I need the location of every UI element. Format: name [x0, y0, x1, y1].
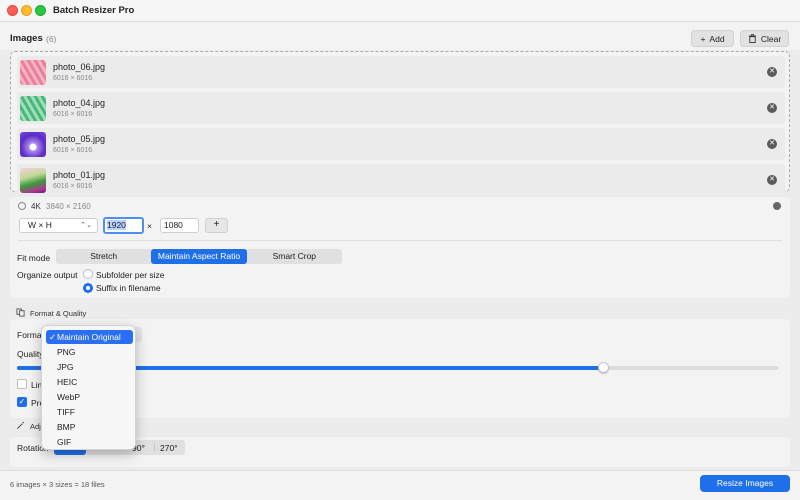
format-quality-header: Format & Quality	[30, 309, 87, 318]
preset-circle-icon	[18, 202, 26, 210]
checkmark-icon: ✓	[18, 397, 26, 406]
file-thumbnail	[20, 132, 46, 157]
format-quality-icon	[16, 308, 25, 317]
plus-icon: +	[700, 33, 706, 44]
size-mode-value: W × H	[28, 220, 52, 230]
times-sign: ×	[147, 221, 152, 231]
clear-button-label: Clear	[760, 33, 782, 44]
add-button[interactable]: + Add	[691, 30, 734, 47]
trash-icon	[748, 34, 756, 43]
remove-file-icon[interactable]: ✕	[767, 67, 777, 77]
file-name: photo_04.jpg	[53, 98, 106, 108]
title-bar: Batch Resizer Pro	[0, 0, 800, 22]
preserve-checkbox[interactable]: ✓	[17, 397, 27, 407]
format-label: Forma	[17, 330, 42, 340]
format-option-webp[interactable]: WebP	[46, 390, 133, 404]
file-dimensions: 6016 × 6016	[53, 147, 93, 154]
zoom-window-button[interactable]	[35, 5, 46, 16]
file-dimensions: 6016 × 6016	[53, 75, 93, 82]
remove-file-icon[interactable]: ✕	[767, 175, 777, 185]
format-option-bmp[interactable]: BMP	[46, 420, 133, 434]
remove-file-icon[interactable]: ✕	[767, 103, 777, 113]
format-option-tiff[interactable]: TIFF	[46, 405, 133, 419]
format-option-png[interactable]: PNG	[46, 345, 133, 359]
app-title: Batch Resizer Pro	[53, 5, 135, 16]
radio-suffix[interactable]	[83, 283, 93, 293]
width-value: 1920	[107, 220, 126, 230]
output-summary: 6 images × 3 sizes = 18 files	[10, 480, 105, 489]
images-count: (6)	[46, 34, 57, 44]
file-row[interactable]: photo_06.jpg 6016 × 6016 ✕	[17, 56, 785, 88]
fit-mode-smart-crop[interactable]: Smart Crop	[247, 249, 342, 264]
remove-file-icon[interactable]: ✕	[767, 139, 777, 149]
file-dimensions: 6016 × 6016	[53, 183, 93, 190]
width-input[interactable]: 1920	[103, 217, 144, 234]
file-name: photo_01.jpg	[53, 170, 106, 180]
rotation-option-270[interactable]: 270°	[160, 443, 178, 453]
size-mode-select[interactable]: W × H ⌃⌄	[19, 218, 98, 233]
radio-suffix-label[interactable]: Suffix in filename	[96, 283, 161, 293]
fit-mode-label: Fit mode	[17, 253, 51, 263]
organize-output-label: Organize output	[17, 270, 78, 280]
checkmark-icon: ✓	[49, 332, 57, 342]
file-row[interactable]: photo_01.jpg 6016 × 6016 ✕	[17, 164, 785, 196]
divider	[18, 240, 782, 241]
format-option-label: Maintain Original	[57, 332, 121, 342]
size-settings-panel: 4K 3840 × 2160 W × H ⌃⌄ 1920 × 1080 + Fi…	[10, 197, 790, 298]
file-row[interactable]: photo_04.jpg 6016 × 6016 ✕	[17, 92, 785, 124]
clear-button[interactable]: Clear	[740, 30, 789, 47]
preset-dimensions: 3840 × 2160	[46, 202, 91, 211]
file-row[interactable]: photo_05.jpg 6016 × 6016 ✕	[17, 128, 785, 160]
images-header: Images (6) + Add Clear	[0, 22, 800, 50]
close-window-button[interactable]	[7, 5, 18, 16]
format-option-jpg[interactable]: JPG	[46, 360, 133, 374]
remove-preset-icon[interactable]	[773, 202, 781, 210]
images-label: Images	[10, 33, 43, 44]
quality-slider-thumb[interactable]	[598, 362, 609, 373]
divider	[154, 443, 155, 452]
format-option-maintain-original[interactable]: ✓ Maintain Original	[46, 330, 133, 344]
quality-label: Quality	[17, 349, 44, 359]
file-name: photo_06.jpg	[53, 62, 106, 72]
fit-mode-segmented-control: Stretch Maintain Aspect Ratio Smart Crop	[56, 249, 342, 264]
height-input[interactable]: 1080	[160, 218, 199, 233]
fit-mode-stretch[interactable]: Stretch	[56, 249, 151, 264]
chevron-updown-icon: ⌃⌄	[80, 222, 92, 229]
file-thumbnail	[20, 168, 46, 193]
format-option-heic[interactable]: HEIC	[46, 375, 133, 389]
fit-mode-maintain-aspect[interactable]: Maintain Aspect Ratio	[151, 249, 247, 264]
footer-bar: 6 images × 3 sizes = 18 files Resize Ima…	[0, 470, 800, 500]
minimize-window-button[interactable]	[21, 5, 32, 16]
file-thumbnail	[20, 96, 46, 121]
height-value: 1080	[164, 220, 183, 230]
add-size-button[interactable]: +	[205, 218, 228, 233]
file-name: photo_05.jpg	[53, 134, 106, 144]
format-option-gif[interactable]: GIF	[46, 435, 133, 449]
adjustments-wand-icon	[16, 421, 25, 430]
adjustments-header: Adj	[30, 422, 41, 431]
image-drop-zone[interactable]: photo_06.jpg 6016 × 6016 ✕ photo_04.jpg …	[10, 51, 790, 196]
resize-images-button[interactable]: Resize Images	[700, 475, 790, 492]
radio-subfolder-label[interactable]: Subfolder per size	[96, 270, 165, 280]
radio-subfolder[interactable]	[83, 269, 93, 279]
file-dimensions: 6016 × 6016	[53, 111, 93, 118]
file-thumbnail	[20, 60, 46, 85]
add-button-label: Add	[709, 33, 725, 44]
preset-name: 4K	[31, 202, 41, 211]
limit-checkbox[interactable]	[17, 379, 27, 389]
format-dropdown-menu: ✓ Maintain Original PNG JPG HEIC WebP TI…	[41, 325, 136, 450]
